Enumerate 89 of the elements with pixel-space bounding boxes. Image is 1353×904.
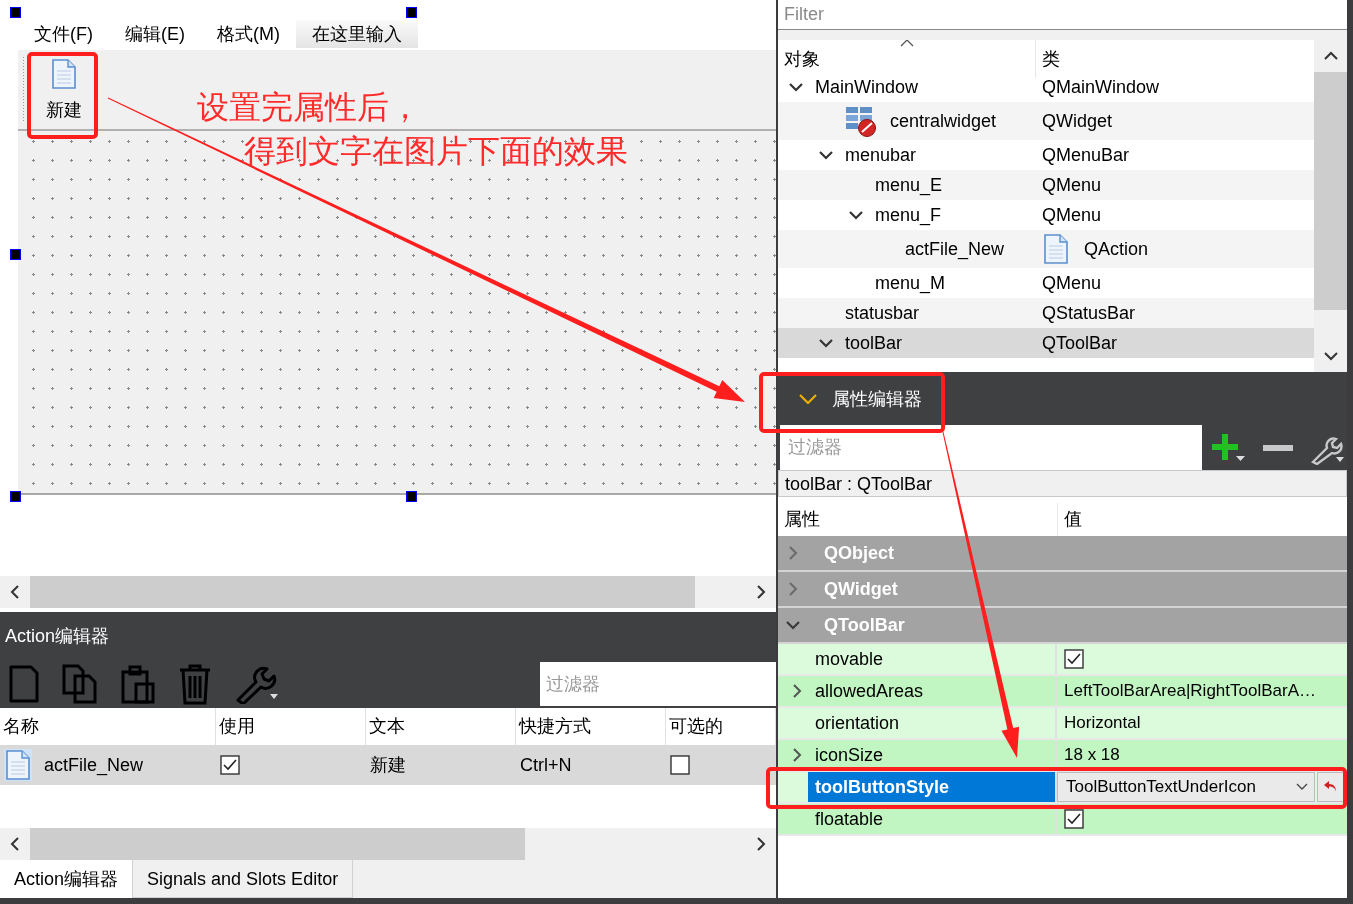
class-name: QWidget xyxy=(1042,110,1113,132)
object-name: centralwidget xyxy=(890,110,997,132)
panel-title: Action编辑器 xyxy=(0,612,776,660)
annotation-text: 得到文字在图片下面的效果 xyxy=(244,132,628,170)
property-name: toolButtonStyle xyxy=(808,772,1055,802)
object-name: menu_F xyxy=(875,204,942,226)
tree-row[interactable]: centralwidget QWidget xyxy=(778,102,1314,140)
tab[interactable]: Action编辑器 xyxy=(0,860,134,898)
sort-caret-icon xyxy=(900,40,914,47)
checkbox[interactable] xyxy=(1064,649,1084,669)
object-name: actFile_New xyxy=(905,238,1005,260)
object-name: menu_E xyxy=(875,174,943,196)
add-icon[interactable] xyxy=(1212,431,1246,464)
property-name: movable xyxy=(815,648,884,670)
tree-row[interactable]: menu_M QMenu xyxy=(778,268,1314,298)
tree-row[interactable]: menu_F QMenu xyxy=(778,200,1314,230)
property-row[interactable]: allowedAreas LeftToolBarArea|RightToolBarA… xyxy=(778,676,1347,708)
property-name: allowedAreas xyxy=(815,680,924,702)
table-cell-text: 新建 xyxy=(370,754,406,777)
group-name: QToolBar xyxy=(824,614,905,636)
tree-row[interactable]: toolBar QToolBar xyxy=(778,328,1314,358)
scroll-left-icon[interactable] xyxy=(9,836,21,852)
action-name: actFile_New xyxy=(44,754,144,776)
selection-handle[interactable] xyxy=(10,7,21,18)
selection-handle[interactable] xyxy=(406,491,417,502)
horizontal-scrollbar[interactable] xyxy=(0,576,776,608)
scroll-right-icon[interactable] xyxy=(755,584,767,600)
object-name: MainWindow xyxy=(815,76,919,98)
object-label: toolBar : QToolBar xyxy=(778,470,1347,497)
remove-icon[interactable] xyxy=(1262,442,1294,453)
table-cell: Ctrl+N xyxy=(520,754,572,776)
class-name: QMenu xyxy=(1042,174,1102,196)
group-name: QWidget xyxy=(824,578,898,600)
menu-placeholder[interactable]: 在这里输入 xyxy=(295,20,418,48)
reset-button[interactable] xyxy=(1317,772,1345,802)
selection-handle[interactable] xyxy=(10,491,21,502)
class-name: QMainWindow xyxy=(1042,76,1160,98)
property-value: 18 x 18 xyxy=(1064,745,1120,765)
scroll-right-icon[interactable] xyxy=(755,836,767,852)
menu-item[interactable]: 文件(F) xyxy=(18,20,109,48)
dropdown[interactable]: ToolButtonTextUnderIcon xyxy=(1057,772,1315,802)
checkbox[interactable] xyxy=(220,755,240,775)
panel-title: 属性编辑器 xyxy=(832,387,922,411)
property-name: floatable xyxy=(815,808,884,830)
menu-item[interactable]: 编辑(E) xyxy=(109,20,201,48)
filter-field[interactable]: 过滤器 xyxy=(780,425,1202,470)
document-icon xyxy=(1042,233,1070,265)
selection-handle[interactable] xyxy=(406,7,417,18)
class-name: QToolBar xyxy=(1042,332,1118,354)
document-icon xyxy=(4,749,32,781)
class-name: QMenu xyxy=(1042,272,1102,294)
scroll-down-icon[interactable] xyxy=(1322,351,1339,361)
chevron-icon[interactable] xyxy=(798,392,818,405)
property-row[interactable]: orientation Horizontal xyxy=(778,708,1347,740)
panel-title-bar[interactable]: 属性编辑器 xyxy=(778,372,1347,425)
object-name: toolBar xyxy=(845,332,903,354)
table-row[interactable]: actFile_New 新建 Ctrl+N xyxy=(0,745,776,785)
filter-field[interactable]: 过滤器 xyxy=(540,662,776,706)
object-name: statusbar xyxy=(845,302,920,324)
column-header[interactable]: 属性 xyxy=(778,503,1057,536)
menu-item[interactable]: 格式(M) xyxy=(201,20,296,48)
document-icon xyxy=(50,57,78,90)
widget-icon xyxy=(845,104,878,138)
horizontal-scrollbar[interactable] xyxy=(0,828,776,860)
object-name: menu_M xyxy=(875,272,946,294)
filter-field[interactable]: Filter xyxy=(778,0,1347,30)
property-value: Horizontal xyxy=(1064,713,1141,733)
selection-handle[interactable] xyxy=(10,249,21,260)
group-name: QObject xyxy=(824,542,894,564)
class-name: QMenu xyxy=(1042,204,1102,226)
tree-row[interactable]: menu_E QMenu xyxy=(778,170,1314,200)
checkbox[interactable] xyxy=(670,755,690,775)
tree-row[interactable]: actFile_New QAction xyxy=(778,230,1314,268)
scroll-left-icon[interactable] xyxy=(9,584,21,600)
annotation-text: 设置完属性后， xyxy=(197,88,421,126)
caret-icon xyxy=(1296,783,1308,791)
property-name: iconSize xyxy=(815,744,884,766)
property-row[interactable]: movable xyxy=(778,644,1347,676)
tree-row[interactable]: statusbar QStatusBar xyxy=(778,298,1314,328)
toolbar-button[interactable]: 新建 xyxy=(31,50,97,129)
class-name: QMenuBar xyxy=(1042,144,1130,166)
scroll-up-icon[interactable] xyxy=(1322,51,1339,61)
property-name: orientation xyxy=(815,712,900,734)
tree-row[interactable]: menubar QMenuBar xyxy=(778,140,1314,170)
object-name: menubar xyxy=(845,144,917,166)
class-name: QAction xyxy=(1084,238,1149,260)
checkbox[interactable] xyxy=(1064,809,1084,829)
property-value: LeftToolBarArea|RightToolBarA… xyxy=(1064,681,1316,701)
class-name: QStatusBar xyxy=(1042,302,1136,324)
